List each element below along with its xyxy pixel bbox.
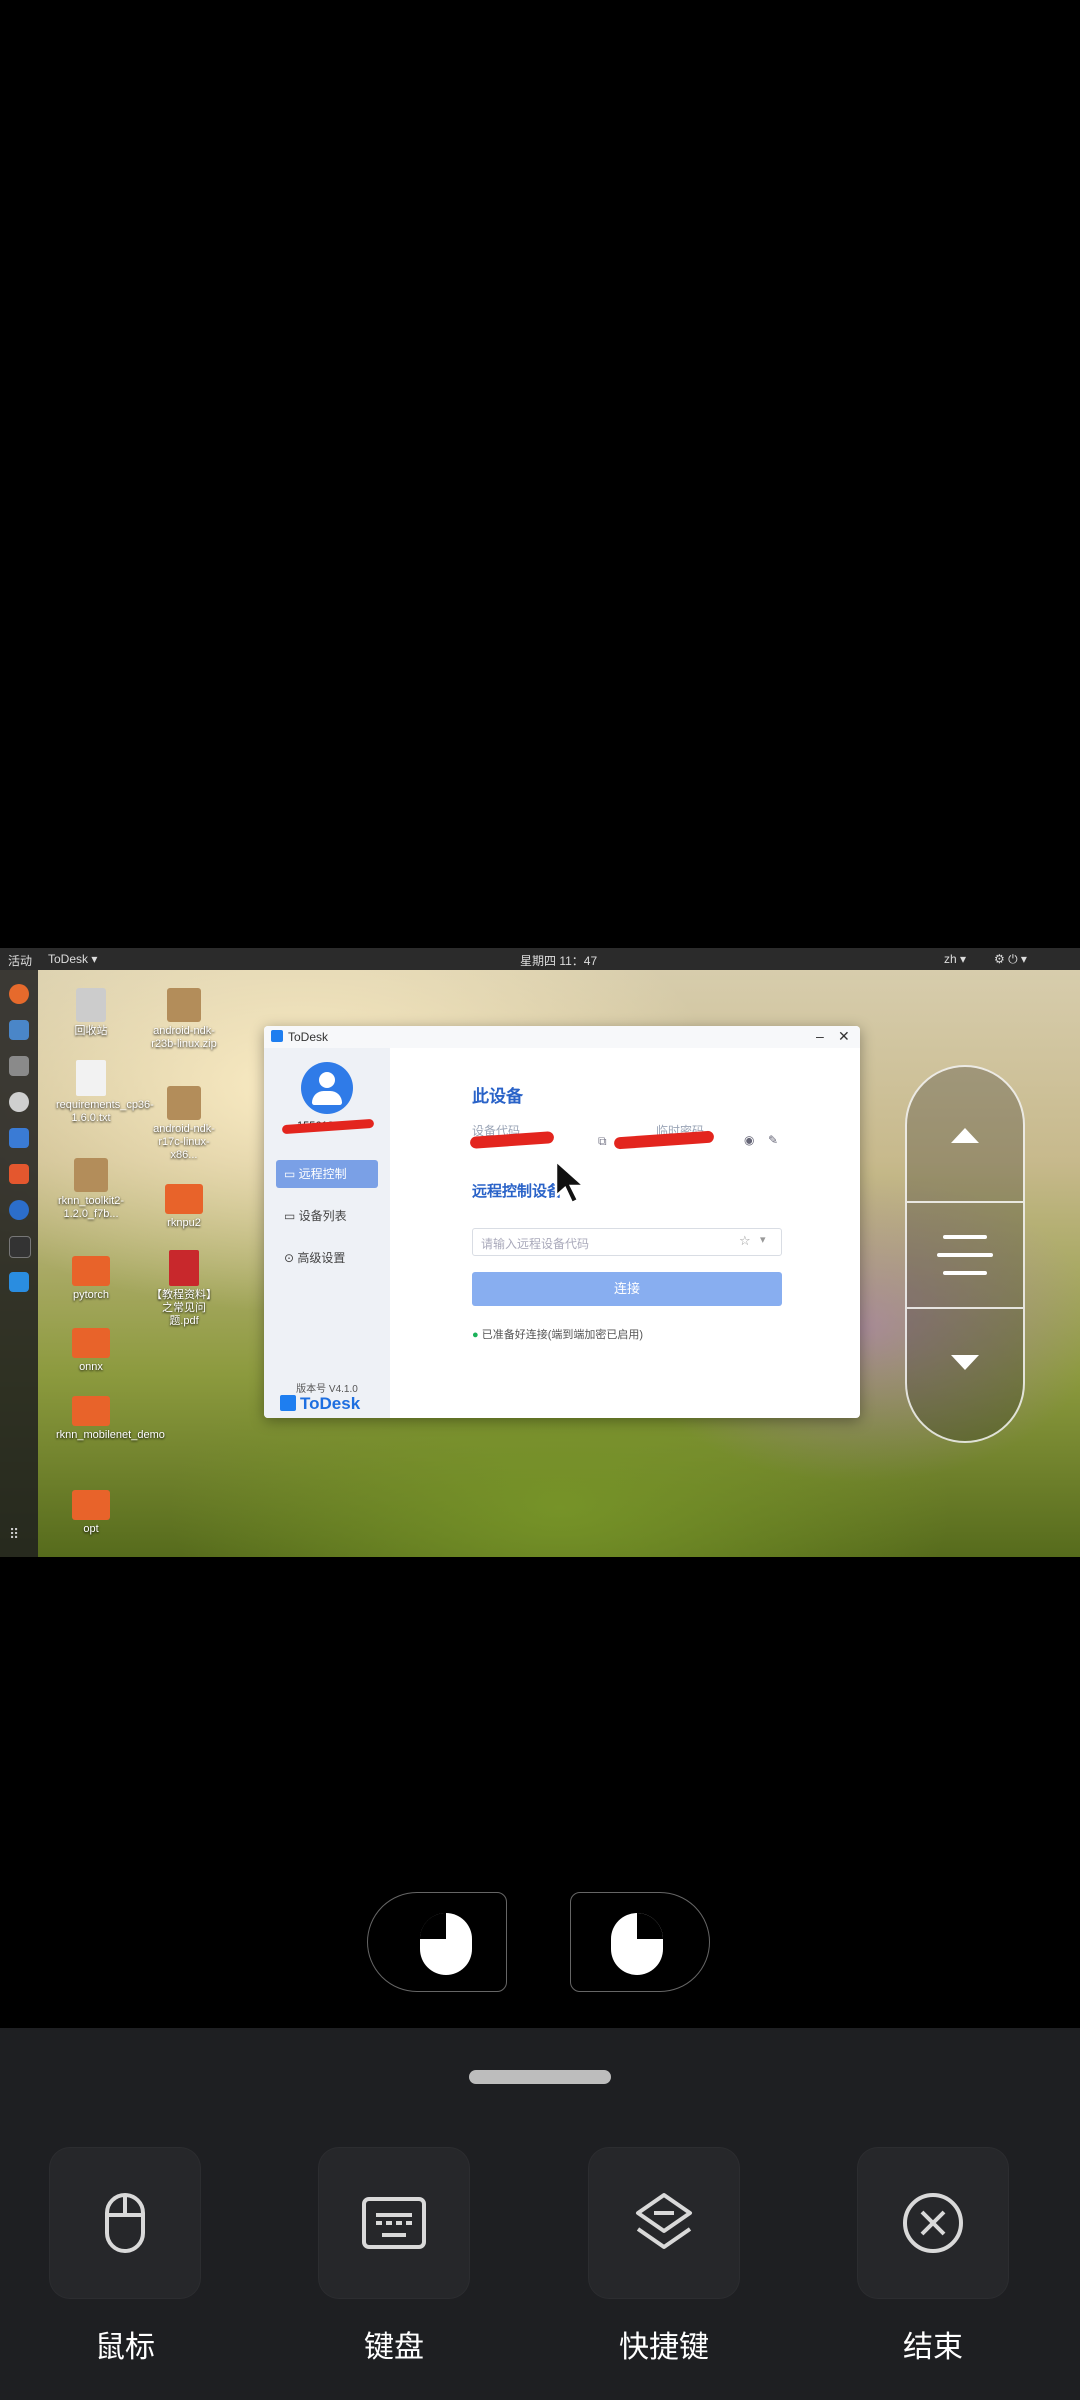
scroll-down-button[interactable] bbox=[907, 1309, 1023, 1441]
files-icon[interactable] bbox=[9, 1056, 29, 1076]
mouse-icon bbox=[105, 2193, 145, 2253]
firefox-icon[interactable] bbox=[9, 984, 29, 1004]
software-icon[interactable] bbox=[9, 1164, 29, 1184]
eye-icon[interactable]: ◉ bbox=[744, 1133, 754, 1147]
toolbar-mouse-button[interactable]: 鼠标 bbox=[50, 2148, 200, 2366]
folder-icon bbox=[72, 1256, 110, 1286]
todesk-window: ToDesk – ✕ 1556183**** ▭ 远程控制 ▭ 设备列表 ⊙ 高… bbox=[264, 1026, 860, 1418]
sidebar-item-device-list[interactable]: ▭ 设备列表 bbox=[276, 1202, 378, 1230]
star-icon[interactable]: ☆ bbox=[739, 1233, 751, 1249]
toolbar-shortcut-button[interactable]: 快捷键 bbox=[589, 2148, 739, 2366]
pdf-icon bbox=[169, 1250, 199, 1286]
version-label: 版本号 V4.1.0 bbox=[296, 1384, 358, 1395]
folder-icon bbox=[72, 1396, 110, 1426]
desktop-icon-pytorch[interactable]: pytorch bbox=[56, 1256, 126, 1302]
folder-icon bbox=[72, 1328, 110, 1358]
temp-password-redacted bbox=[613, 1130, 715, 1150]
activities-label[interactable]: 活动 bbox=[8, 952, 32, 969]
archive-icon bbox=[167, 988, 201, 1022]
mouse-left-icon bbox=[420, 1913, 472, 1975]
shortcut-icon bbox=[636, 2193, 692, 2249]
edit-icon[interactable]: ✎ bbox=[768, 1133, 778, 1147]
toolbar-mouse-label: 鼠标 bbox=[95, 2331, 155, 2364]
sidebar-item-remote-control[interactable]: ▭ 远程控制 bbox=[276, 1160, 378, 1188]
desktop-icon-rknn-toolkit2[interactable]: rknn_toolkit2-1.2.0_f7b... bbox=[56, 1158, 126, 1221]
clock[interactable]: 星期四 11：47 bbox=[520, 952, 597, 969]
mouse-right-icon bbox=[611, 1913, 663, 1975]
arrow-down-icon bbox=[951, 1355, 979, 1370]
archive-icon bbox=[167, 1086, 201, 1120]
todesk-logo-icon bbox=[271, 1030, 283, 1042]
minimize-icon[interactable]: – bbox=[816, 1028, 824, 1044]
desktop-icon-opt[interactable]: opt bbox=[56, 1490, 126, 1536]
scroll-menu-button[interactable] bbox=[907, 1203, 1023, 1307]
desktop-icon-onnx[interactable]: onnx bbox=[56, 1328, 126, 1374]
terminal-icon[interactable] bbox=[9, 1236, 31, 1258]
remote-control-title: 远程控制设备 bbox=[472, 1183, 563, 1200]
desktop-icon-android-ndk-r17c[interactable]: android-ndk-r17c-linux-x86... bbox=[149, 1086, 219, 1162]
todesk-window-title: ToDesk bbox=[288, 1030, 329, 1044]
brand-logo: ToDesk bbox=[280, 1394, 360, 1414]
chevron-down-icon[interactable]: ▾ bbox=[760, 1233, 766, 1246]
mail-icon[interactable] bbox=[9, 1020, 29, 1040]
desktop-icon-requirements[interactable]: requirements_cp36-1.6.0.txt bbox=[56, 1060, 154, 1125]
trash-icon bbox=[76, 988, 106, 1022]
toolbar-keyboard-button[interactable]: 键盘 bbox=[319, 2148, 469, 2366]
desktop-icon-recycle-bin[interactable]: 回收站 bbox=[56, 988, 126, 1038]
scroll-up-button[interactable] bbox=[907, 1067, 1023, 1201]
language-indicator[interactable]: zh ▾ bbox=[944, 952, 966, 966]
drag-handle[interactable] bbox=[469, 2070, 611, 2084]
folder-icon bbox=[72, 1490, 110, 1520]
menu-lines-icon bbox=[937, 1235, 993, 1275]
todesk-dock-icon[interactable] bbox=[9, 1272, 29, 1292]
remote-device-code-input[interactable]: 请输入远程设备代码 bbox=[472, 1228, 782, 1256]
scroll-pad bbox=[905, 1065, 1025, 1443]
writer-icon[interactable] bbox=[9, 1128, 29, 1148]
help-icon[interactable] bbox=[9, 1200, 29, 1220]
toolbar-end-button[interactable]: 结束 bbox=[858, 2148, 1008, 2366]
right-click-button[interactable] bbox=[570, 1892, 710, 1992]
keyboard-icon bbox=[362, 2197, 426, 2249]
desktop-icon-rknn-mobilenet-demo[interactable]: rknn_mobilenet_demo bbox=[56, 1396, 165, 1442]
desktop-icon-rknpu2[interactable]: rknpu2 bbox=[149, 1184, 219, 1230]
connection-status: ● 已准备好连接(端到端加密已启用) bbox=[472, 1329, 644, 1341]
avatar[interactable] bbox=[301, 1062, 353, 1114]
folder-icon bbox=[165, 1184, 203, 1214]
music-icon[interactable] bbox=[9, 1092, 29, 1112]
todesk-sidebar: 1556183**** ▭ 远程控制 ▭ 设备列表 ⊙ 高级设置 版本号 V4.… bbox=[264, 1048, 390, 1418]
bottom-toolbar: 鼠标 键盘 快捷键 结束 bbox=[0, 2028, 1080, 2400]
app-menu[interactable]: ToDesk ▾ bbox=[48, 952, 97, 966]
arrow-up-icon bbox=[951, 1128, 979, 1143]
text-file-icon bbox=[76, 1060, 106, 1096]
desktop-top-bar: 活动 ToDesk ▾ 星期四 11：47 zh ▾ ⚙ ⏻ ▾ bbox=[0, 948, 1080, 970]
remote-cursor-icon bbox=[554, 1158, 588, 1205]
close-circle-icon bbox=[903, 2193, 963, 2253]
sidebar-item-advanced-settings[interactable]: ⊙ 高级设置 bbox=[276, 1244, 378, 1272]
close-icon[interactable]: ✕ bbox=[838, 1028, 850, 1045]
connect-button[interactable]: 连接 bbox=[472, 1272, 782, 1306]
this-device-title: 此设备 bbox=[472, 1087, 523, 1106]
left-click-button[interactable] bbox=[367, 1892, 507, 1992]
toolbar-end-label: 结束 bbox=[903, 2331, 963, 2364]
archive-icon bbox=[74, 1158, 108, 1192]
check-circle-icon: ● bbox=[472, 1329, 479, 1341]
desktop-dock: ⠿ bbox=[0, 970, 38, 1557]
copy-icon[interactable]: ⧉ bbox=[598, 1134, 607, 1149]
desktop-icon-pdf[interactable]: 【教程资料】之常见问题.pdf bbox=[149, 1250, 219, 1328]
todesk-title-bar: ToDesk – ✕ bbox=[264, 1026, 860, 1048]
toolbar-keyboard-label: 键盘 bbox=[364, 2331, 424, 2364]
todesk-brand-icon bbox=[280, 1395, 296, 1411]
system-tray-icon[interactable]: ⚙ ⏻ ▾ bbox=[994, 952, 1027, 967]
toolbar-shortcut-label: 快捷键 bbox=[619, 2331, 709, 2364]
app-grid-icon[interactable]: ⠿ bbox=[9, 1526, 29, 1546]
desktop-icon-android-ndk-r23b[interactable]: android-ndk-r23b-linux.zip bbox=[149, 988, 219, 1051]
